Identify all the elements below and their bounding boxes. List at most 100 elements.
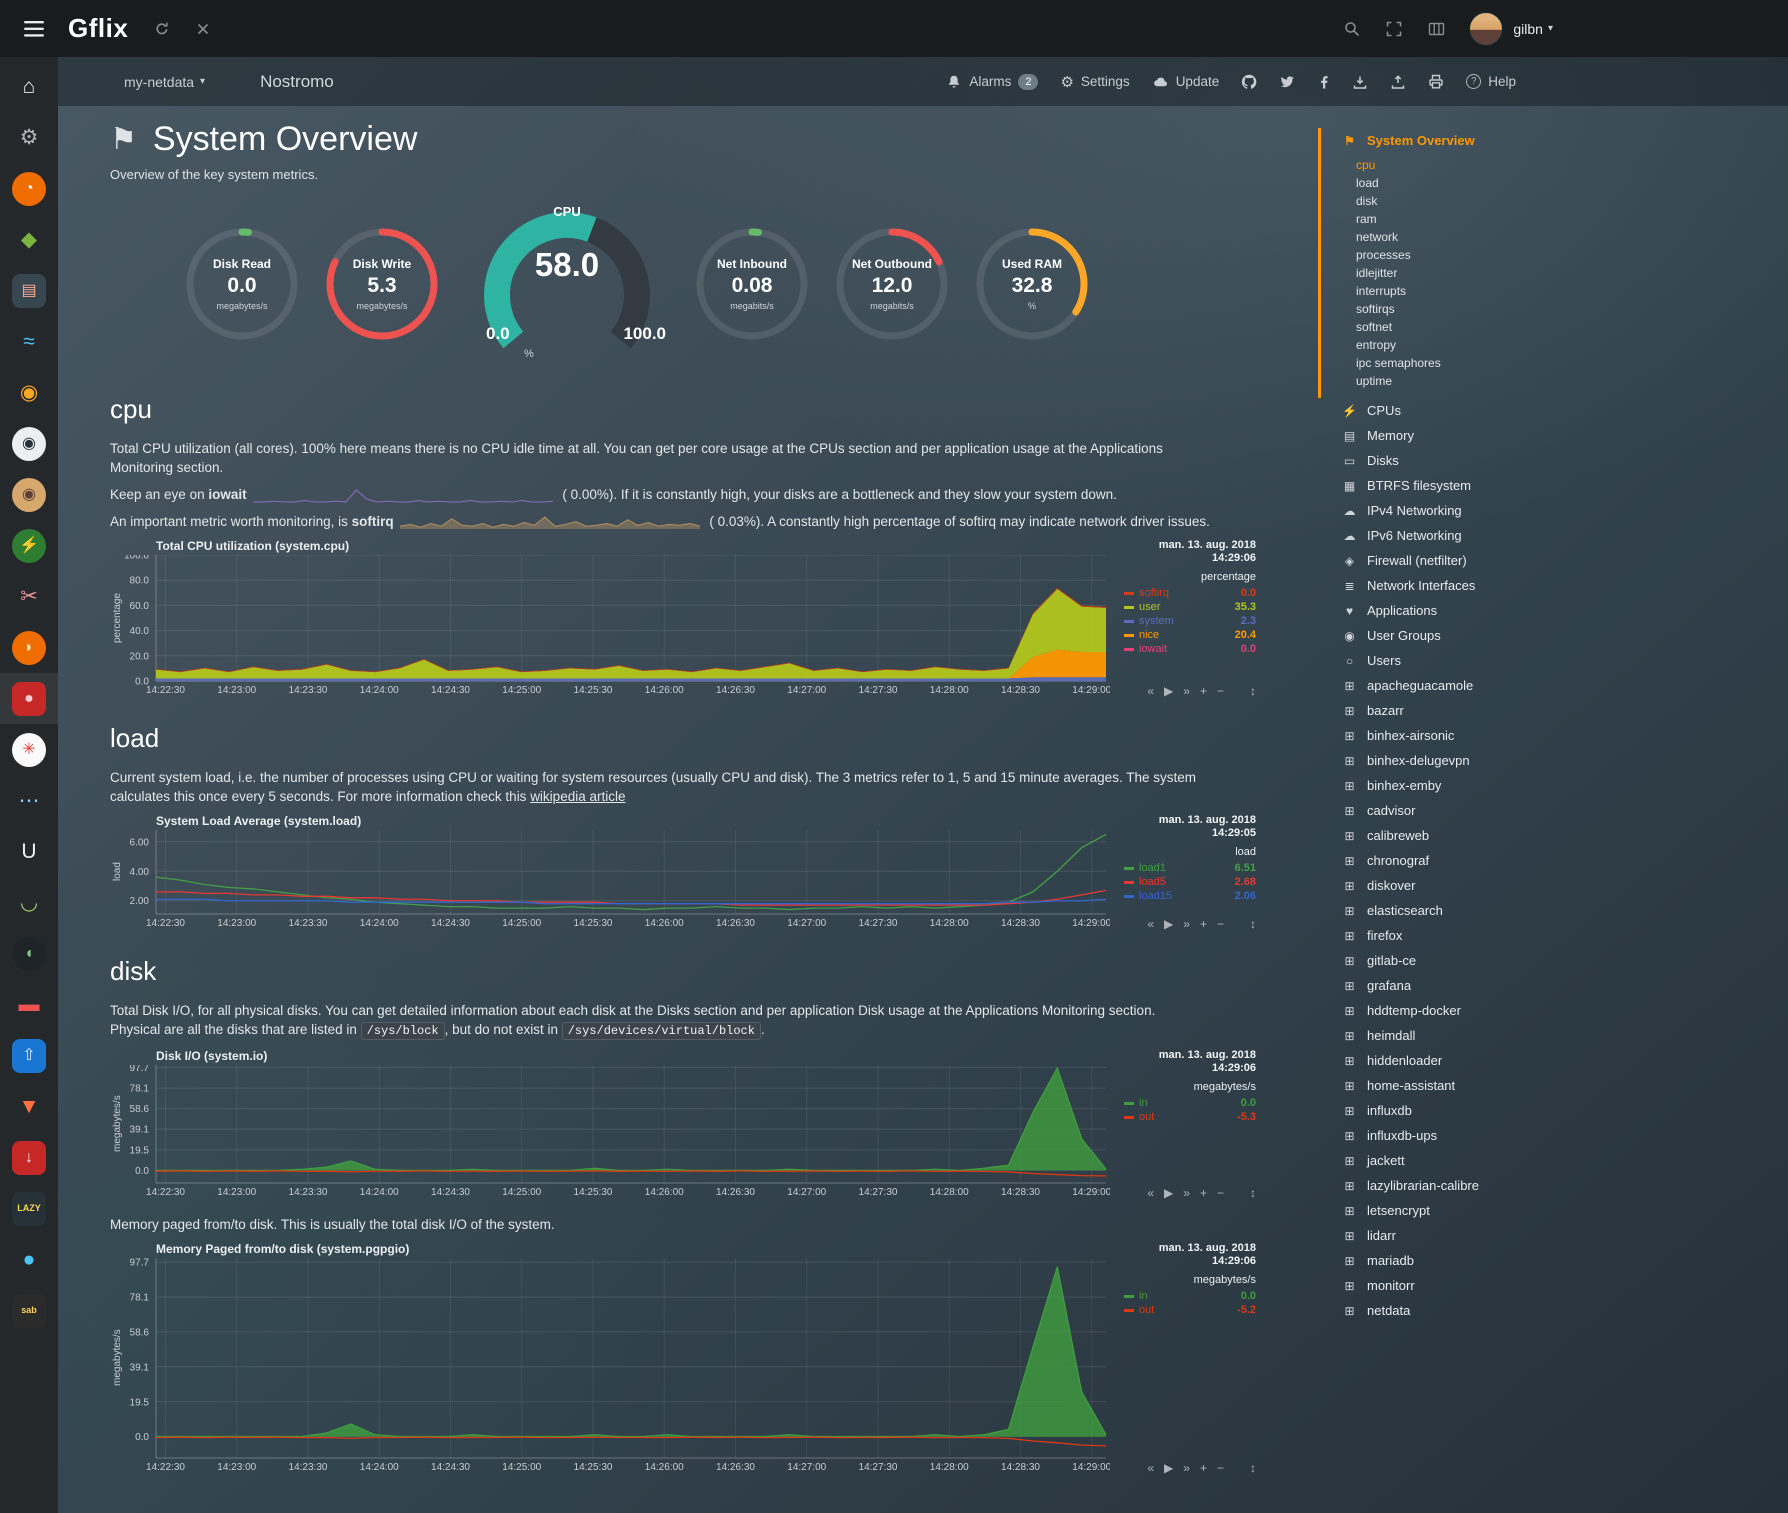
- wikipedia-link[interactable]: wikipedia article: [530, 789, 625, 804]
- zoom-in-button[interactable]: +: [1200, 1186, 1207, 1200]
- export-button[interactable]: [1390, 74, 1406, 90]
- legend-item-in[interactable]: in0.0: [1124, 1289, 1256, 1303]
- legend-item-in[interactable]: in0.0: [1124, 1096, 1256, 1110]
- legend-item-iowait[interactable]: iowait0.0: [1124, 642, 1256, 656]
- rewind-button[interactable]: «: [1147, 1186, 1154, 1200]
- sidebar-app-pihole[interactable]: ●: [0, 673, 58, 724]
- nav-disks[interactable]: ▭Disks: [1341, 448, 1788, 473]
- twitter-button[interactable]: [1279, 75, 1295, 89]
- sidebar-app-green-bolt[interactable]: ⚡: [0, 520, 58, 571]
- zoom-in-button[interactable]: +: [1200, 1461, 1207, 1475]
- nav-influxdb[interactable]: ⊞influxdb: [1341, 1098, 1788, 1123]
- sidebar-app-jackett[interactable]: ◉: [0, 469, 58, 520]
- nav-lazylibrarian-calibre[interactable]: ⊞lazylibrarian-calibre: [1341, 1173, 1788, 1198]
- import-button[interactable]: [1352, 74, 1368, 90]
- close-tab-button[interactable]: [196, 22, 210, 36]
- nav-home-assistant[interactable]: ⊞home-assistant: [1341, 1073, 1788, 1098]
- nav-sub-ipc-semaphores[interactable]: ipc semaphores: [1356, 354, 1788, 372]
- legend-item-load5[interactable]: load52.68: [1124, 875, 1256, 889]
- sidebar-app-upload-app[interactable]: ⇧: [0, 1030, 58, 1081]
- nav-letsencrypt[interactable]: ⊞letsencrypt: [1341, 1198, 1788, 1223]
- zoom-out-button[interactable]: −: [1217, 917, 1224, 931]
- sidebar-app-settings[interactable]: ⚙: [0, 112, 58, 163]
- alarms-button[interactable]: Alarms 2: [946, 74, 1038, 90]
- gauge-disk-read[interactable]: Disk Read0.0megabytes/s: [182, 224, 302, 344]
- nav-user-groups[interactable]: ◉User Groups: [1341, 623, 1788, 648]
- chart-memory-paged[interactable]: megabytes/sMemory Paged from/to disk (sy…: [110, 1242, 1256, 1474]
- nav-network-interfaces[interactable]: ≣Network Interfaces: [1341, 573, 1788, 598]
- legend-item-load1[interactable]: load16.51: [1124, 861, 1256, 875]
- forward-button[interactable]: »: [1183, 1186, 1190, 1200]
- nav-sub-softirqs[interactable]: softirqs: [1356, 300, 1788, 318]
- chart-disk-io[interactable]: megabytes/sDisk I/O (system.io)14:22:301…: [110, 1049, 1256, 1199]
- gauge-net-inbound[interactable]: Net Inbound0.08megabits/s: [692, 224, 812, 344]
- forward-button[interactable]: »: [1183, 684, 1190, 698]
- sidebar-app-u-gray-app[interactable]: U: [0, 826, 58, 877]
- fullscreen-button[interactable]: [1386, 21, 1402, 37]
- nav-hiddenloader[interactable]: ⊞hiddenloader: [1341, 1048, 1788, 1073]
- avatar[interactable]: [1469, 12, 1503, 46]
- nav-users[interactable]: ○Users: [1341, 648, 1788, 673]
- nav-ipv6-networking[interactable]: ☁IPv6 Networking: [1341, 523, 1788, 548]
- chart-system-load-average[interactable]: loadSystem Load Average (system.load)14:…: [110, 814, 1256, 930]
- sidebar-app-flower-app[interactable]: ✳: [0, 724, 58, 775]
- legend-item-out[interactable]: out-5.2: [1124, 1303, 1256, 1317]
- nav-sub-disk[interactable]: disk: [1356, 192, 1788, 210]
- zoom-out-button[interactable]: −: [1217, 684, 1224, 698]
- nav-sub-idlejitter[interactable]: idlejitter: [1356, 264, 1788, 282]
- nav-binhex-airsonic[interactable]: ⊞binhex-airsonic: [1341, 723, 1788, 748]
- sidebar-app-sabnzbd[interactable]: sab: [0, 1285, 58, 1336]
- nav-hddtemp-docker[interactable]: ⊞hddtemp-docker: [1341, 998, 1788, 1023]
- sidebar-app-dark-green-app[interactable]: ◖: [0, 928, 58, 979]
- nav-binhex-emby[interactable]: ⊞binhex-emby: [1341, 773, 1788, 798]
- nav-firewall-netfilter[interactable]: ◈Firewall (netfilter): [1341, 548, 1788, 573]
- facebook-button[interactable]: [1317, 74, 1330, 89]
- play-button[interactable]: ▶: [1164, 684, 1173, 698]
- nav-firefox[interactable]: ⊞firefox: [1341, 923, 1788, 948]
- iowait-sparkline[interactable]: [253, 487, 553, 504]
- sidebar-app-drop-app[interactable]: ●: [0, 1234, 58, 1285]
- sidebar-app-lazylibrarian[interactable]: LAZY: [0, 1183, 58, 1234]
- nav-system-overview[interactable]: ⚑System Overview: [1341, 128, 1788, 153]
- refresh-button[interactable]: [154, 21, 170, 37]
- nav-elasticsearch[interactable]: ⊞elasticsearch: [1341, 898, 1788, 923]
- sidebar-app-soundwave-app[interactable]: ≈: [0, 316, 58, 367]
- resize-handle[interactable]: ↕: [1250, 1461, 1256, 1475]
- gauge-used-ram[interactable]: Used RAM32.8%: [972, 224, 1092, 344]
- sidebar-app-organizr[interactable]: ◔: [0, 163, 58, 214]
- nav-netdata[interactable]: ⊞netdata: [1341, 1298, 1788, 1323]
- nav-sub-load[interactable]: load: [1356, 174, 1788, 192]
- server-dropdown[interactable]: my-netdata ▾: [124, 74, 205, 90]
- sidebar-app-pills-app[interactable]: ▬: [0, 979, 58, 1030]
- resize-handle[interactable]: ↕: [1250, 917, 1256, 931]
- nav-lidarr[interactable]: ⊞lidarr: [1341, 1223, 1788, 1248]
- nav-apacheguacamole[interactable]: ⊞apacheguacamole: [1341, 673, 1788, 698]
- play-button[interactable]: ▶: [1164, 1461, 1173, 1475]
- softirq-sparkline[interactable]: [400, 514, 700, 531]
- nav-sub-network[interactable]: network: [1356, 228, 1788, 246]
- nav-binhex-delugevpn[interactable]: ⊞binhex-delugevpn: [1341, 748, 1788, 773]
- print-button[interactable]: [1428, 74, 1444, 89]
- forward-button[interactable]: »: [1183, 917, 1190, 931]
- gauge-net-outbound[interactable]: Net Outbound12.0megabits/s: [832, 224, 952, 344]
- legend-item-softirq[interactable]: softirq0.0: [1124, 586, 1256, 600]
- zoom-in-button[interactable]: +: [1200, 684, 1207, 698]
- nav-sub-uptime[interactable]: uptime: [1356, 372, 1788, 390]
- legend-item-out[interactable]: out-5.3: [1124, 1110, 1256, 1124]
- zoom-out-button[interactable]: −: [1217, 1186, 1224, 1200]
- nav-sub-processes[interactable]: processes: [1356, 246, 1788, 264]
- rewind-button[interactable]: «: [1147, 917, 1154, 931]
- legend-item-nice[interactable]: nice20.4: [1124, 628, 1256, 642]
- rewind-button[interactable]: «: [1147, 684, 1154, 698]
- gauge-disk-write[interactable]: Disk Write5.3megabytes/s: [322, 224, 442, 344]
- sidebar-app-firefox[interactable]: ◗: [0, 622, 58, 673]
- legend-item-system[interactable]: system2.3: [1124, 614, 1256, 628]
- rewind-button[interactable]: «: [1147, 1461, 1154, 1475]
- nav-sub-softnet[interactable]: softnet: [1356, 318, 1788, 336]
- chart-total-cpu-utilization[interactable]: percentageTotal CPU utilization (system.…: [110, 539, 1256, 697]
- zoom-out-button[interactable]: −: [1217, 1461, 1224, 1475]
- sidebar-app-home[interactable]: ⌂: [0, 61, 58, 112]
- nav-cpus[interactable]: ⚡CPUs: [1341, 398, 1788, 423]
- update-button[interactable]: Update: [1152, 74, 1220, 89]
- nav-heimdall[interactable]: ⊞heimdall: [1341, 1023, 1788, 1048]
